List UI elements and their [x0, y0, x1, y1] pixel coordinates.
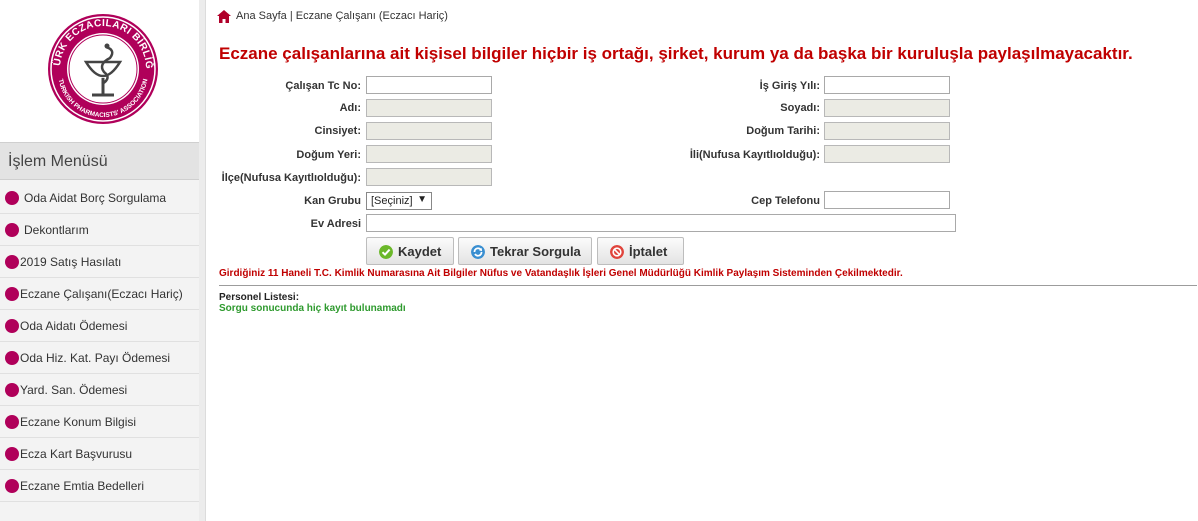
cancel-icon [610, 245, 624, 259]
sidebar-item-label: Oda Aidat Borç Sorgulama [24, 191, 167, 205]
bullet-icon [5, 319, 19, 333]
il-input [824, 145, 950, 163]
sidebar-item-label: Ecza Kart Başvurusu [20, 447, 133, 461]
cancel-button[interactable]: İptalet [597, 237, 684, 265]
is-giris-yili-input[interactable] [824, 76, 950, 94]
sidebar-item-label: Dekontlarım [24, 223, 89, 237]
sidebar-item-eczane-calisani[interactable]: Eczane Çalışanı(Eczacı Hariç) [0, 278, 199, 310]
soyadi-label: Soyadı: [780, 102, 820, 114]
bullet-icon [5, 447, 19, 461]
sidebar-item-label: Eczane Çalışanı(Eczacı Hariç) [20, 287, 183, 301]
divider [219, 285, 1197, 286]
sidebar-item-emtia[interactable]: Eczane Emtia Bedelleri [0, 470, 199, 502]
sidebar-item-hiz-kat-payi[interactable]: Oda Hiz. Kat. Payı Ödemesi [0, 342, 199, 374]
privacy-notice: Eczane çalışanlarına ait kişisel bilgile… [219, 44, 1133, 63]
ilce-input [366, 168, 492, 186]
ev-adresi-label: Ev Adresi [310, 218, 361, 230]
bullet-icon [5, 479, 19, 493]
sidebar-item-label: Yard. San. Ödemesi [20, 383, 128, 397]
bullet-icon [5, 351, 19, 365]
requery-label: Tekrar Sorgula [490, 244, 581, 259]
identity-info-text: Girdiğiniz 11 Haneli T.C. Kimlik Numaras… [219, 268, 903, 279]
cancel-label: İptalet [629, 244, 668, 259]
refresh-icon [471, 245, 485, 259]
ad-label: Adı: [339, 102, 361, 114]
ilce-label: İlçe(Nufusa Kayıtlıolduğu): [221, 172, 361, 184]
dogum-tarihi-input [824, 122, 950, 140]
home-icon[interactable] [217, 10, 231, 23]
personel-list-title: Personel Listesi: [219, 292, 300, 303]
requery-button[interactable]: Tekrar Sorgula [458, 237, 592, 265]
sidebar-item-label: 2019 Satış Hasılatı [20, 255, 122, 269]
no-records-message: Sorgu sonucunda hiç kayıt bulunamadı [219, 303, 406, 314]
tc-label: Çalışan Tc No: [285, 80, 361, 92]
ev-adresi-input[interactable] [366, 214, 956, 232]
sidebar-item-konum[interactable]: Eczane Konum Bilgisi [0, 406, 199, 438]
menu-title: İşlem Menüsü [0, 142, 199, 180]
dogum-yeri-input [366, 145, 492, 163]
sidebar-item-aidat-odemesi[interactable]: Oda Aidatı Ödemesi [0, 310, 199, 342]
save-label: Kaydet [398, 244, 442, 259]
save-button[interactable]: Kaydet [366, 237, 454, 265]
sidebar-item-ecza-kart[interactable]: Ecza Kart Başvurusu [0, 438, 199, 470]
sidebar-item-label: Oda Hiz. Kat. Payı Ödemesi [20, 351, 171, 365]
sidebar-item-label: Eczane Emtia Bedelleri [20, 479, 145, 493]
ad-input [366, 99, 492, 117]
kan-grubu-label: Kan Grubu [304, 195, 361, 207]
cep-telefonu-input[interactable] [824, 191, 950, 209]
check-icon [379, 245, 393, 259]
bullet-icon [5, 415, 19, 429]
sidebar-item-satis-hasilati[interactable]: 2019 Satış Hasılatı [0, 246, 199, 278]
bullet-icon [5, 255, 19, 269]
bullet-icon [5, 287, 19, 301]
sidebar-item-label: Oda Aidatı Ödemesi [20, 319, 128, 333]
tc-no-input[interactable] [366, 76, 492, 94]
menu-title-text: İşlem Menüsü [8, 153, 108, 170]
bullet-icon [5, 383, 19, 397]
soyadi-input [824, 99, 950, 117]
breadcrumb[interactable]: Ana Sayfa | Eczane Çalışanı (Eczacı Hari… [236, 10, 448, 22]
sidebar: TÜRK ECZACILARI BİRLİĞİ TURKISH PHARMACI… [0, 0, 200, 521]
is-giris-yili-label: İş Giriş Yılı: [759, 80, 820, 92]
sidebar-item-dekontlarim[interactable]: Dekontlarım [0, 214, 199, 246]
cep-telefonu-label: Cep Telefonu [751, 195, 820, 207]
sidebar-item-yard-san[interactable]: Yard. San. Ödemesi [0, 374, 199, 406]
kan-grubu-selected: [Seçiniz] [371, 195, 413, 207]
dogum-tarihi-label: Doğum Tarihi: [746, 125, 820, 137]
sidebar-splitter [199, 0, 206, 521]
il-label: İli(Nufusa Kayıtlıolduğu): [689, 149, 820, 161]
teb-logo: TÜRK ECZACILARI BİRLİĞİ TURKISH PHARMACI… [46, 12, 158, 124]
logo-area: TÜRK ECZACILARI BİRLİĞİ TURKISH PHARMACI… [0, 0, 199, 142]
cinsiyet-label: Cinsiyet: [314, 125, 361, 137]
dropdown-arrow-icon: ▼ [417, 194, 427, 205]
sidebar-item-label: Eczane Konum Bilgisi [20, 415, 137, 429]
sidebar-item-aidat-borc[interactable]: Oda Aidat Borç Sorgulama [0, 182, 199, 214]
bullet-icon [5, 223, 19, 237]
kan-grubu-select[interactable]: [Seçiniz] ▼ [366, 192, 432, 210]
bullet-icon [5, 191, 19, 205]
dogum-yeri-label: Doğum Yeri: [296, 149, 361, 161]
cinsiyet-input [366, 122, 492, 140]
